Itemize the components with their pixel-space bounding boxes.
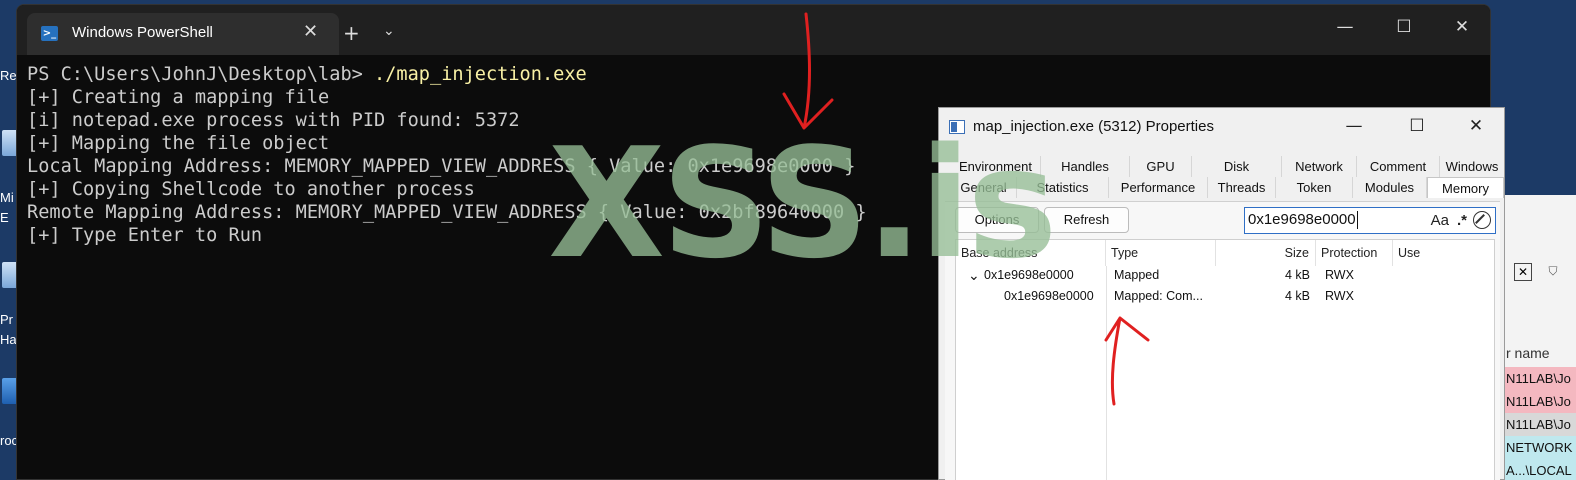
base-address-cell: 0x1e9698e0000 <box>1004 289 1094 303</box>
type-cell: Mapped <box>1114 268 1160 282</box>
memory-grid[interactable]: Base address Type Size Protection Use ⌄ … <box>955 239 1495 480</box>
memory-tab-panel: Options Refresh 0x1e9698e0000 Aa .* Base… <box>945 201 1500 480</box>
size-cell: 4 kB <box>1284 268 1310 282</box>
tab-memory[interactable]: Memory <box>1427 177 1504 198</box>
tab-windows-powershell[interactable]: >_ Windows PowerShell ✕ <box>27 13 339 55</box>
tab-disk[interactable]: Disk <box>1192 156 1282 177</box>
tab-handles[interactable]: Handles <box>1041 156 1130 177</box>
base-address-cell: 0x1e9698e0000 <box>984 268 1074 282</box>
tab-title: Windows PowerShell <box>72 24 213 41</box>
column-header-type[interactable]: Type <box>1106 240 1216 266</box>
type-cell: Mapped: Com... <box>1114 289 1203 303</box>
column-header-protection[interactable]: Protection <box>1316 240 1393 266</box>
list-item[interactable]: N11LAB\Jo <box>1502 413 1576 436</box>
new-tab-button[interactable]: + <box>343 21 360 45</box>
command-text: ./map_injection.exe <box>374 64 587 85</box>
options-button[interactable]: Options <box>955 207 1039 233</box>
chevron-down-icon[interactable]: ⌄ <box>383 23 395 39</box>
column-header-base-address[interactable]: Base address <box>956 240 1106 266</box>
powershell-icon: >_ <box>41 26 58 41</box>
tab-comment[interactable]: Comment <box>1357 156 1440 177</box>
chevron-down-icon[interactable]: ⌄ <box>968 265 980 286</box>
tab-statistics[interactable]: Statistics <box>1017 177 1109 198</box>
tab-environment[interactable]: Environment <box>951 156 1041 177</box>
regex-icon[interactable]: .* <box>1457 209 1467 233</box>
clear-search-icon[interactable] <box>1473 211 1491 229</box>
text-cursor <box>1356 211 1358 230</box>
tab-close-icon[interactable]: ✕ <box>303 21 318 42</box>
protection-cell: RWX <box>1325 268 1354 282</box>
column-header-size[interactable]: Size <box>1216 240 1316 266</box>
column-header-use[interactable]: Use <box>1393 240 1496 266</box>
minimize-button[interactable]: — <box>1335 17 1355 37</box>
minimize-button[interactable]: — <box>1344 116 1364 136</box>
close-button[interactable]: ✕ <box>1466 116 1486 136</box>
match-case-icon[interactable]: Aa <box>1431 209 1449 233</box>
toolbar-close-icon[interactable]: ✕ <box>1514 263 1532 281</box>
list-item[interactable]: N11LAB\Jo <box>1502 367 1576 390</box>
close-button[interactable]: ✕ <box>1452 17 1472 37</box>
list-item[interactable]: N11LAB\Jo <box>1502 390 1576 413</box>
refresh-button[interactable]: Refresh <box>1044 207 1129 233</box>
tab-threads[interactable]: Threads <box>1208 177 1276 198</box>
maximize-button[interactable]: ☐ <box>1394 17 1414 37</box>
search-value: 0x1e9698e0000 <box>1248 211 1356 228</box>
tab-windows[interactable]: Windows <box>1440 156 1504 177</box>
tab-network[interactable]: Network <box>1282 156 1357 177</box>
window-icon <box>949 120 965 134</box>
tab-gpu[interactable]: GPU <box>1130 156 1192 177</box>
memory-search-input[interactable]: 0x1e9698e0000 Aa .* <box>1244 207 1496 234</box>
tab-token[interactable]: Token <box>1276 177 1353 198</box>
column-divider <box>1106 266 1107 480</box>
size-cell: 4 kB <box>1284 289 1310 303</box>
output-line: [+] Creating a mapping file <box>27 87 330 108</box>
title-bar[interactable]: >_ Windows PowerShell ✕ + ⌄ — ☐ ✕ <box>17 5 1490 55</box>
tab-general[interactable]: General <box>951 177 1017 198</box>
list-item[interactable]: NETWORK <box>1502 436 1576 459</box>
list-item[interactable]: A...\LOCAL <box>1502 459 1576 480</box>
window-title: map_injection.exe (5312) Properties <box>973 118 1214 135</box>
maximize-button[interactable]: ☐ <box>1407 116 1427 136</box>
prompt: PS C:\Users\JohnJ\Desktop\lab> <box>27 64 375 85</box>
protection-cell: RWX <box>1325 289 1354 303</box>
process-properties-window: map_injection.exe (5312) Properties — ☐ … <box>938 107 1505 480</box>
tab-modules[interactable]: Modules <box>1353 177 1427 198</box>
shield-icon[interactable]: ⛉ <box>1544 263 1562 281</box>
prompt-line: PS C:\Users\JohnJ\Desktop\lab> ./map_inj… <box>27 63 1127 86</box>
tab-performance[interactable]: Performance <box>1109 177 1208 198</box>
